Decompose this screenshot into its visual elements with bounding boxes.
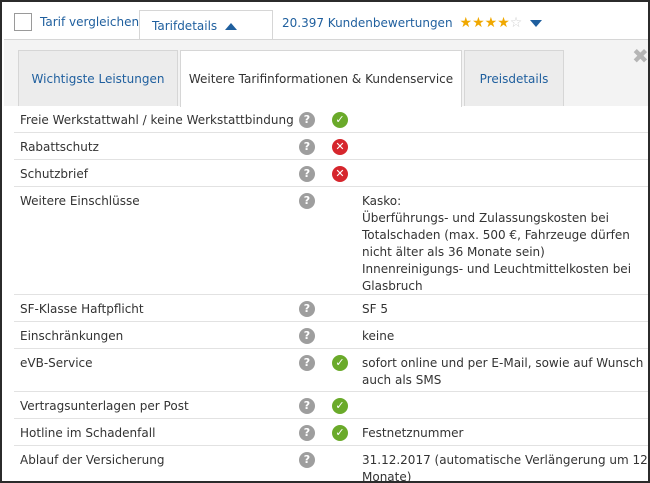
row-label: Weitere Einschlüsse [20,194,140,208]
details-panel: Wichtigste Leistungen Weitere Tarifinfor… [4,39,648,483]
triangle-up-icon[interactable] [225,22,238,30]
table-row: Schutzbrief ? ✕ [14,160,648,187]
row-label: SF-Klasse Haftpflicht [20,302,144,316]
row-value: sofort online und per E-Mail, sowie auf … [362,356,644,387]
cross-icon: ✕ [332,139,348,155]
star-empty-icon: ☆ [509,15,523,31]
tab-price-details[interactable]: Preisdetails [464,50,564,106]
reviews-count[interactable]: 20.397 Kundenbewertungen [282,16,453,30]
compare-checkbox[interactable] [14,13,32,31]
star-full-icon: ★ [497,15,510,31]
table-row: Einschränkungen ? keine [14,322,648,349]
help-icon[interactable]: ? [299,193,315,209]
compare-toggle[interactable]: Tarif vergleichen [14,12,139,32]
star-full-icon: ★ [484,15,498,31]
row-value: Kasko: Überführungs- und Zulassungskoste… [362,194,632,293]
help-icon[interactable]: ? [299,452,315,468]
info-table: Freie Werkstattwahl / keine Werkstattbin… [14,106,648,483]
compare-label[interactable]: Tarif vergleichen [40,15,139,29]
star-full-icon: ★ [459,15,473,31]
tariff-details-toggle[interactable]: Tarifdetails [139,10,273,41]
help-icon[interactable]: ? [299,425,315,441]
tab-tariff-info-service[interactable]: Weitere Tarifinformationen & Kundenservi… [180,50,462,107]
star-full-icon: ★ [472,15,485,31]
check-icon: ✓ [332,112,348,128]
table-row: Ablauf der Versicherung ? 31.12.2017 (au… [14,446,648,483]
check-icon: ✓ [332,355,348,371]
cross-icon: ✕ [332,166,348,182]
table-row: Hotline im Schadenfall ? ✓ Festnetznumme… [14,419,648,446]
row-label: Hotline im Schadenfall [20,426,156,440]
help-icon[interactable]: ? [299,139,315,155]
table-row: Weitere Einschlüsse ? Kasko: Überführung… [14,187,648,295]
table-row: Freie Werkstattwahl / keine Werkstattbin… [14,106,648,133]
row-value: SF 5 [362,302,388,316]
row-label: Schutzbrief [20,167,88,181]
tab-main-benefits[interactable]: Wichtigste Leistungen [18,50,178,106]
table-row: Vertragsunterlagen per Post ? ✓ [14,392,648,419]
triangle-down-icon[interactable] [530,19,543,27]
tariff-header-bar: Tarif vergleichen Tarifdetails 20.397 Ku… [4,4,648,41]
help-icon[interactable]: ? [299,112,315,128]
help-icon[interactable]: ? [299,301,315,317]
table-row: SF-Klasse Haftpflicht ? SF 5 [14,295,648,322]
table-row: Rabattschutz ? ✕ [14,133,648,160]
table-row: eVB-Service ? ✓ sofort online und per E-… [14,349,648,392]
close-icon[interactable]: ✖ [632,46,648,66]
row-label: Vertragsunterlagen per Post [20,399,189,413]
help-icon[interactable]: ? [299,355,315,371]
help-icon[interactable]: ? [299,166,315,182]
tab-bar: Wichtigste Leistungen Weitere Tarifinfor… [4,40,648,107]
check-icon: ✓ [332,398,348,414]
row-value: keine [362,329,395,343]
row-value: 31.12.2017 (automatische Verlängerung um… [362,453,648,483]
ratings-link[interactable]: 20.397 Kundenbewertungen ★ ★ ★ ★ ☆ [282,13,543,33]
tariff-details-label[interactable]: Tarifdetails [152,19,217,33]
help-icon[interactable]: ? [299,398,315,414]
row-label: Rabattschutz [20,140,99,154]
help-icon[interactable]: ? [299,328,315,344]
row-label: eVB-Service [20,356,93,370]
row-value: Festnetznummer [362,426,464,440]
row-label: Freie Werkstattwahl / keine Werkstattbin… [20,113,294,127]
check-icon: ✓ [332,425,348,441]
row-label: Ablauf der Versicherung [20,453,165,467]
star-rating: ★ ★ ★ ★ ☆ [460,16,523,30]
row-label: Einschränkungen [20,329,124,343]
tariff-detail-window: Tarif vergleichen Tarifdetails 20.397 Ku… [0,0,650,483]
